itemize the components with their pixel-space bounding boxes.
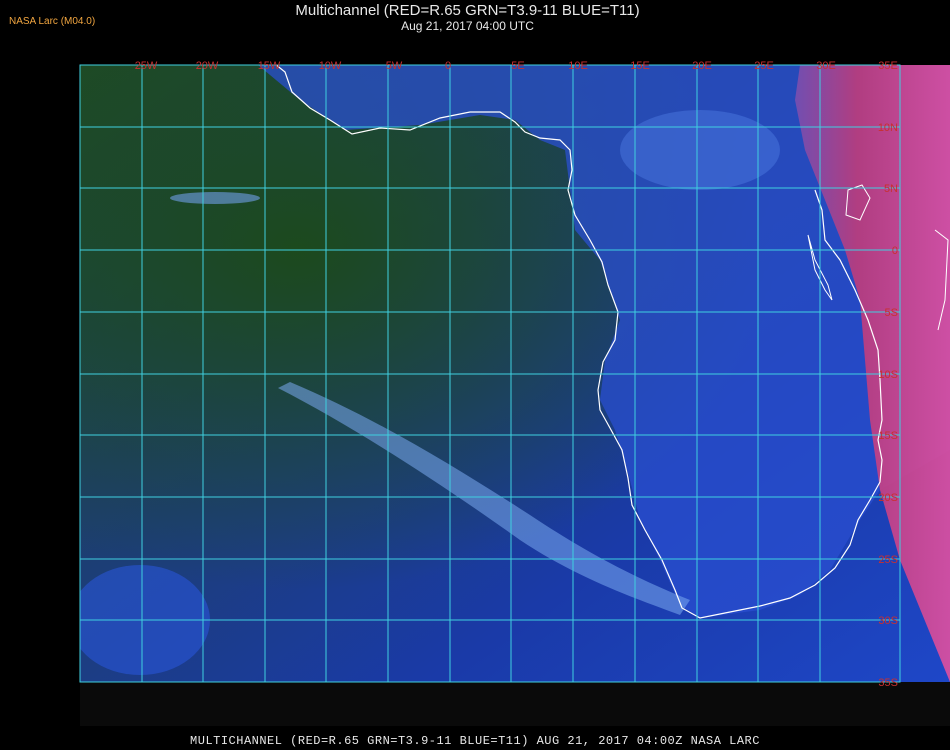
lat-label: 15S [878,430,898,442]
lon-label: 15E [630,60,650,72]
lon-label: 20W [196,60,219,72]
lat-label: 5N [884,183,898,195]
lon-label: 25W [135,60,158,72]
lon-label: 15W [258,60,281,72]
lon-label: 5E [511,60,524,72]
lon-label: 0 [445,60,451,72]
lat-label: 30S [878,615,898,627]
lat-label: 0 [892,245,898,257]
lat-label: 5S [885,307,898,319]
lon-label: 10W [319,60,342,72]
lat-label: 35S [878,677,898,689]
lon-label: 30E [816,60,836,72]
lat-label: 10N [878,122,898,134]
satellite-map: 25W 20W 15W 10W 5W 0 5E 10E 15E 20E 25E … [79,60,950,726]
footer-caption: MULTICHANNEL (RED=R.65 GRN=T3.9-11 BLUE=… [190,734,760,748]
cloud-patch [170,192,260,204]
lat-label: 20S [878,492,898,504]
lon-label: 20E [692,60,712,72]
lat-label: 25S [878,554,898,566]
lon-label: 25E [754,60,774,72]
map-bottom-band [80,682,950,726]
lat-label: 10S [878,369,898,381]
lon-label: 35E [878,60,898,72]
cloud-patch [620,110,780,190]
lon-label: 10E [568,60,588,72]
lon-label: 5W [386,60,403,72]
